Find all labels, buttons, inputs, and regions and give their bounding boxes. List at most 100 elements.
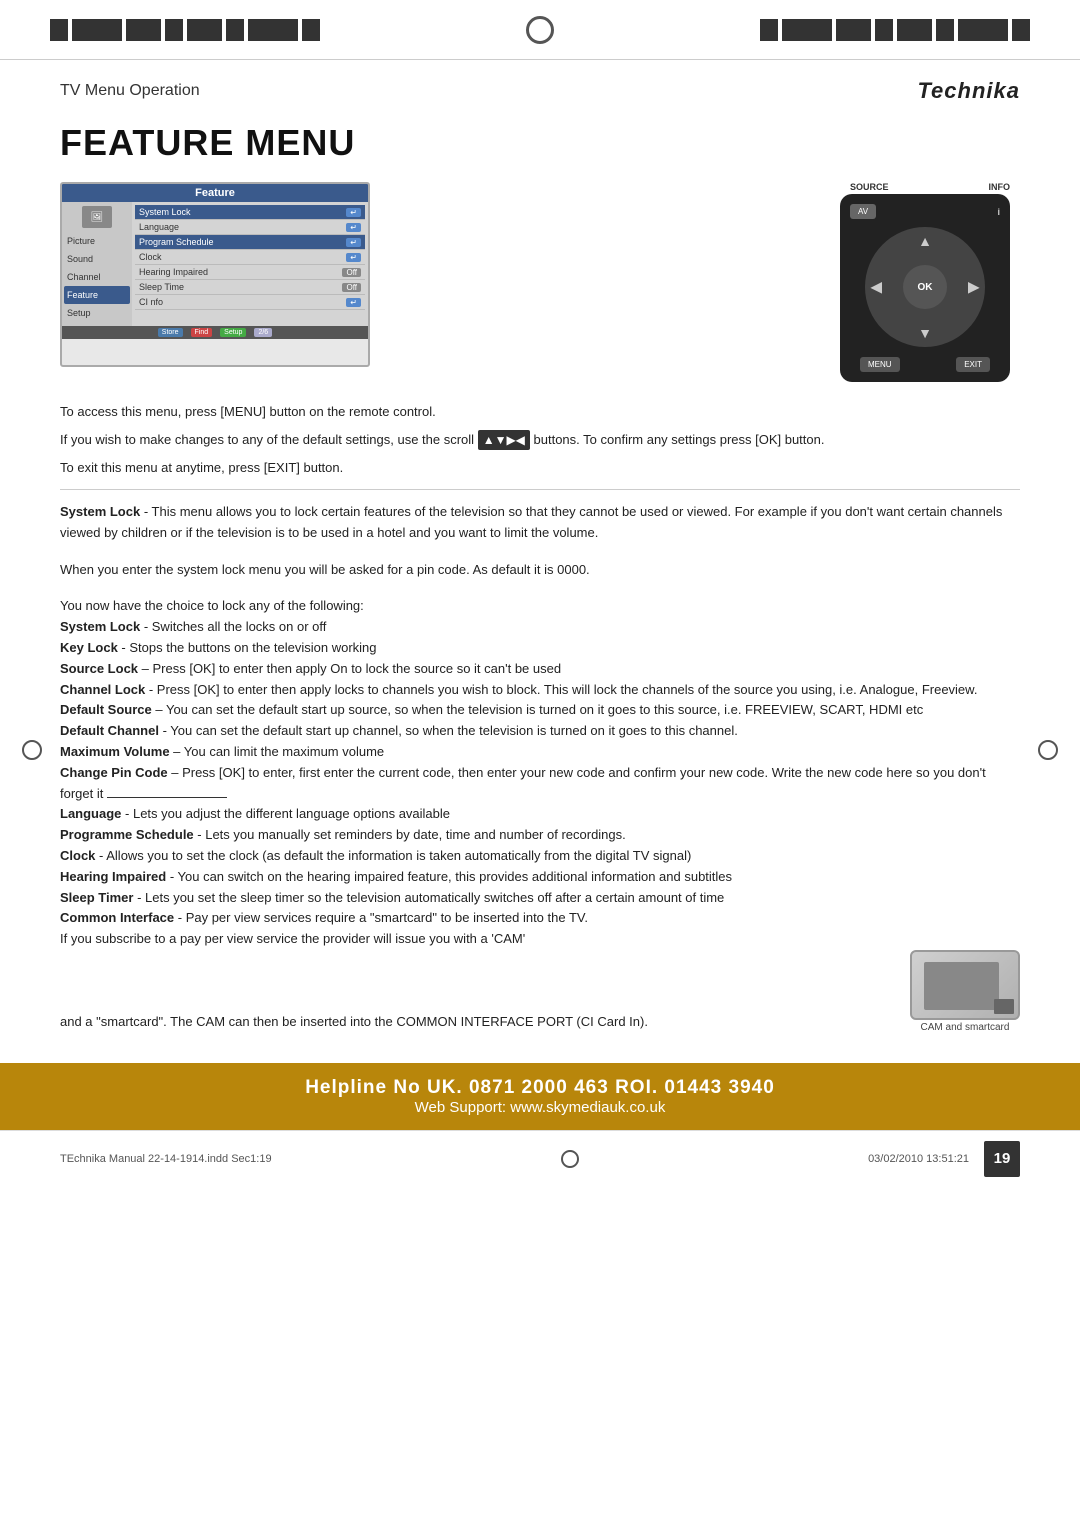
remote-exit-button[interactable]: EXIT xyxy=(956,357,990,372)
bar-block-r5 xyxy=(897,19,932,41)
bar-block-r1 xyxy=(760,19,778,41)
page-title: FEATURE MENU xyxy=(0,112,1080,182)
item-ci-sub1: If you subscribe to a pay per view servi… xyxy=(60,929,1020,950)
top-bar-right-blocks xyxy=(760,19,1030,41)
page-number: 19 xyxy=(984,1141,1020,1177)
item-language: Language - Lets you adjust the different… xyxy=(60,804,1020,825)
item-default-channel: Default Channel - You can set the defaul… xyxy=(60,721,1020,742)
pin-blank-line xyxy=(107,797,227,798)
btn-store: Store xyxy=(158,328,183,337)
remote-top-labels: SOURCE INFO xyxy=(840,182,1020,192)
menu-row-hearing: Hearing Impaired Off xyxy=(135,265,365,280)
tv-menu-icon: 🖼 xyxy=(82,206,112,228)
remote-top-row: AV i xyxy=(850,204,1000,219)
remote-left-arrow[interactable]: ◀ xyxy=(871,279,882,296)
cam-image xyxy=(910,950,1020,1020)
websupport-text: Web Support: www.skymediauk.co.uk xyxy=(60,1099,1020,1116)
remote-control: SOURCE INFO AV i OK ▲ ▼ ◀ ▶ xyxy=(840,182,1020,382)
top-decorative-bar xyxy=(0,0,1080,60)
btn-page: 2/6 xyxy=(254,328,272,337)
bar-block-5 xyxy=(187,19,222,41)
menu-row-clock: Clock ↵ xyxy=(135,250,365,265)
sidebar-feature: Feature xyxy=(64,286,130,304)
paragraph-1: To access this menu, press [MENU] button… xyxy=(60,402,1020,422)
item-sleep-timer: Sleep Timer - Lets you set the sleep tim… xyxy=(60,888,1020,909)
bar-block-2 xyxy=(72,19,122,41)
footer-bar: Helpline No UK. 0871 2000 463 ROI. 01443… xyxy=(0,1063,1080,1130)
bar-block-r8 xyxy=(1012,19,1030,41)
bar-block-7 xyxy=(248,19,298,41)
bar-block-r7 xyxy=(958,19,1008,41)
tv-menu-main-panel: System Lock ↵ Language ↵ Program Schedul… xyxy=(132,202,368,326)
remote-up-arrow[interactable]: ▲ xyxy=(918,233,932,249)
bar-block-6 xyxy=(226,19,244,41)
sidebar-channel: Channel xyxy=(64,268,130,286)
item-source-lock: Source Lock – Press [OK] to enter then a… xyxy=(60,659,1020,680)
tv-menu-screenshot: Feature 🖼 Picture Sound Channel Feature … xyxy=(60,182,370,367)
bar-block-1 xyxy=(50,19,68,41)
center-registration-mark xyxy=(526,16,554,44)
menu-row-language: Language ↵ xyxy=(135,220,365,235)
item-ci-sub2: and a "smartcard". The CAM can then be i… xyxy=(60,1012,900,1033)
remote-av-button[interactable]: AV xyxy=(850,204,876,219)
item-programme-schedule: Programme Schedule - Lets you manually s… xyxy=(60,825,1020,846)
item-system-lock-desc: System Lock - This menu allows you to lo… xyxy=(60,502,1020,544)
bar-block-r3 xyxy=(836,19,871,41)
bar-block-r6 xyxy=(936,19,954,41)
remote-nav-area: OK ▲ ▼ ◀ ▶ xyxy=(865,227,985,347)
cam-card-chip xyxy=(924,962,999,1010)
main-content: Feature 🖼 Picture Sound Channel Feature … xyxy=(0,182,1080,1033)
sidebar-sound: Sound xyxy=(64,250,130,268)
tv-menu-body: 🖼 Picture Sound Channel Feature Setup Sy… xyxy=(62,202,368,326)
top-bar-left-blocks xyxy=(50,19,320,41)
menu-row-programschedule: Program Schedule ↵ xyxy=(135,235,365,250)
menu-row-systemlock: System Lock ↵ xyxy=(135,205,365,220)
divider-1 xyxy=(60,489,1020,490)
item-channel-lock: Channel Lock - Press [OK] to enter then … xyxy=(60,680,1020,701)
file-info: TEchnika Manual 22-14-1914.indd Sec1:19 xyxy=(60,1153,272,1165)
paragraph-2: If you wish to make changes to any of th… xyxy=(60,430,1020,450)
source-label: SOURCE xyxy=(850,182,889,192)
bottom-reg-mark xyxy=(561,1150,579,1168)
bar-block-8 xyxy=(302,19,320,41)
item-system-lock-sub: System Lock - Switches all the locks on … xyxy=(60,617,1020,638)
technika-logo: Technika xyxy=(917,78,1020,104)
item-common-interface: Common Interface - Pay per view services… xyxy=(60,908,1020,929)
btn-setup: Setup xyxy=(220,328,246,337)
remote-right-arrow[interactable]: ▶ xyxy=(968,279,979,296)
header: TV Menu Operation Technika xyxy=(0,60,1080,112)
bar-block-r2 xyxy=(782,19,832,41)
cam-connector xyxy=(994,999,1014,1014)
tv-menu-sidebar: 🖼 Picture Sound Channel Feature Setup xyxy=(62,202,132,326)
item-key-lock: Key Lock - Stops the buttons on the tele… xyxy=(60,638,1020,659)
remote-bottom-row: MENU EXIT xyxy=(850,357,1000,372)
item-clock: Clock - Allows you to set the clock (as … xyxy=(60,846,1020,867)
date-info: 03/02/2010 13:51:21 xyxy=(868,1153,969,1165)
remote-ok-button[interactable]: OK xyxy=(903,265,947,309)
bottom-footer: TEchnika Manual 22-14-1914.indd Sec1:19 … xyxy=(0,1130,1080,1187)
bar-block-4 xyxy=(165,19,183,41)
btn-find: Find xyxy=(191,328,213,337)
menu-row-cinfo: CI nfo ↵ xyxy=(135,295,365,310)
scroll-arrows-icon: ▲▼▶◀ xyxy=(478,430,530,450)
remote-down-arrow[interactable]: ▼ xyxy=(918,325,932,341)
cam-label: CAM and smartcard xyxy=(921,1022,1010,1033)
sidebar-picture: Picture xyxy=(64,232,130,250)
remote-i-label: i xyxy=(997,207,1000,217)
remote-nav-ring: OK ▲ ▼ ◀ ▶ xyxy=(865,227,985,347)
remote-menu-button[interactable]: MENU xyxy=(860,357,900,372)
sidebar-setup: Setup xyxy=(64,304,130,322)
item-max-volume: Maximum Volume – You can limit the maxim… xyxy=(60,742,1020,763)
helpline-text: Helpline No UK. 0871 2000 463 ROI. 01443… xyxy=(60,1077,1020,1099)
cam-row: and a "smartcard". The CAM can then be i… xyxy=(60,950,1020,1033)
cam-text-col: and a "smartcard". The CAM can then be i… xyxy=(60,1012,900,1033)
item-change-pin: Change Pin Code – Press [OK] to enter, f… xyxy=(60,763,1020,805)
left-reg-mark xyxy=(22,740,42,760)
bottom-center xyxy=(561,1150,579,1168)
cam-image-col: CAM and smartcard xyxy=(910,950,1020,1033)
bar-block-3 xyxy=(126,19,161,41)
tv-menu-bottom-bar: Store Find Setup 2/6 xyxy=(62,326,368,339)
item-default-source: Default Source – You can set the default… xyxy=(60,700,1020,721)
item-pin-code: When you enter the system lock menu you … xyxy=(60,560,1020,581)
tv-menu-titlebar: Feature xyxy=(62,184,368,202)
